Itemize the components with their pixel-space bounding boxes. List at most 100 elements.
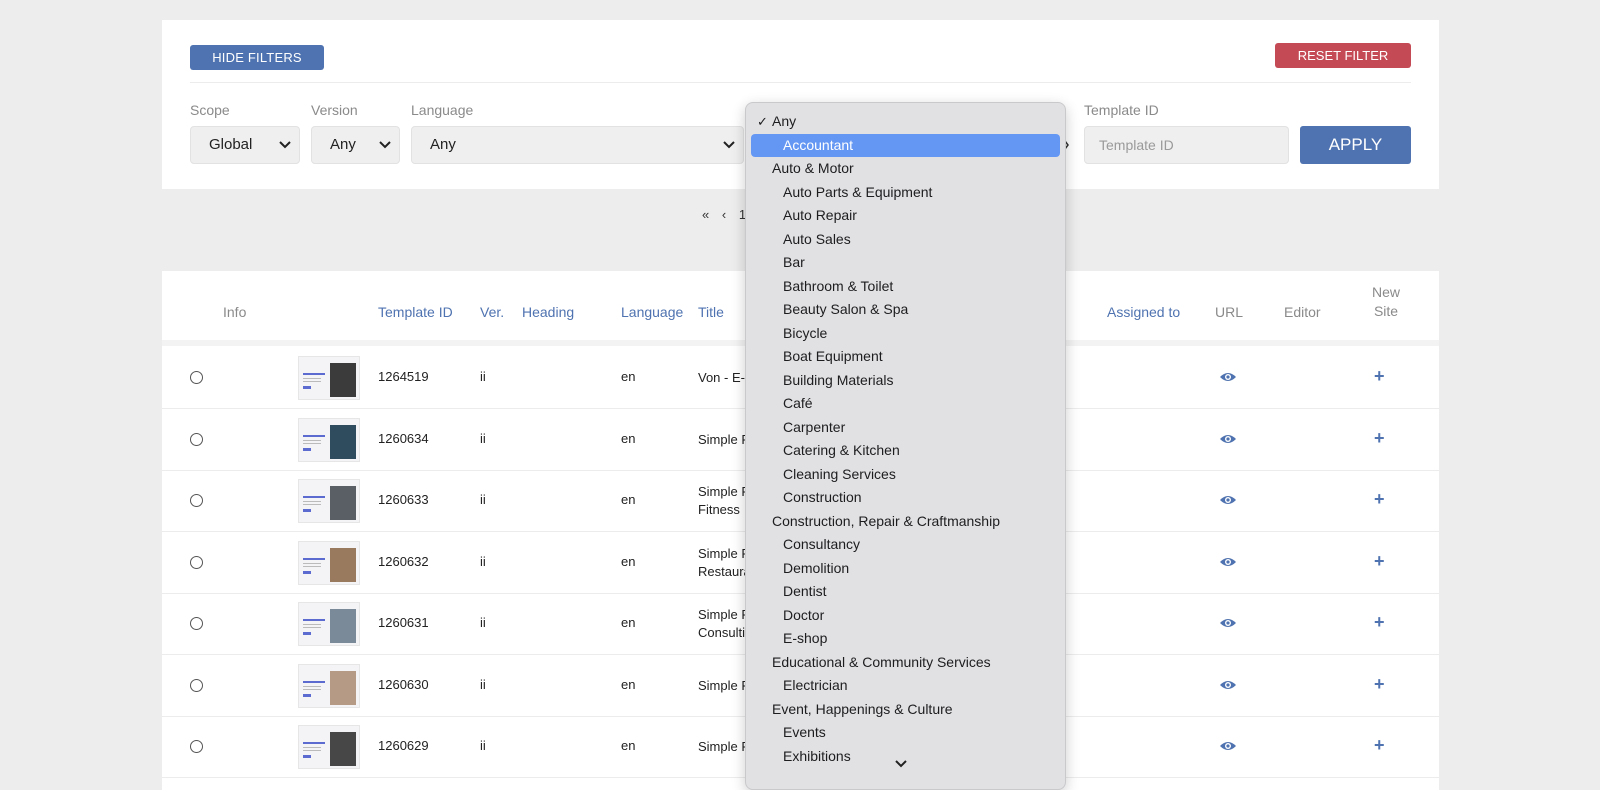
dropdown-option[interactable]: Auto Repair <box>746 204 1065 228</box>
header-language[interactable]: Language <box>621 304 683 320</box>
row-radio[interactable] <box>190 432 203 446</box>
dropdown-option[interactable]: Café <box>746 392 1065 416</box>
dropdown-option-label: Construction, Repair & Craftmanship <box>772 512 1000 529</box>
row-radio[interactable] <box>190 371 203 384</box>
template-id-input[interactable] <box>1084 126 1289 164</box>
header-template-id[interactable]: Template ID <box>378 304 453 320</box>
cell-language: en <box>621 738 636 753</box>
dropdown-option[interactable]: Doctor <box>746 604 1065 628</box>
dropdown-option[interactable]: Catering & Kitchen <box>746 439 1065 463</box>
cell-title-line1: Simple F <box>698 677 750 693</box>
dropdown-option-label: Café <box>783 395 813 411</box>
header-ver[interactable]: Ver. <box>480 304 504 320</box>
plus-icon[interactable]: + <box>1374 366 1385 387</box>
dropdown-option[interactable]: Bar <box>746 251 1065 275</box>
category-dropdown[interactable]: ✓ Any Accountant Auto & Motor Auto Parts & E… <box>745 102 1066 790</box>
version-select[interactable]: Any <box>311 126 400 164</box>
dropdown-option[interactable]: Beauty Salon & Spa <box>746 298 1065 322</box>
plus-icon[interactable]: + <box>1374 612 1385 633</box>
row-radio[interactable] <box>190 678 203 692</box>
cell-ver: ii <box>480 615 486 630</box>
cell-title-line1: Simple F <box>698 484 750 499</box>
cell-title-line1: Simple F <box>698 545 750 561</box>
dropdown-option[interactable]: Carpenter <box>746 416 1065 440</box>
dropdown-option[interactable]: Auto Parts & Equipment <box>746 181 1065 205</box>
dropdown-option-label: Building Materials <box>783 371 894 388</box>
dropdown-option[interactable]: Bicycle <box>746 322 1065 346</box>
dropdown-option[interactable]: E-shop <box>746 627 1065 651</box>
language-select[interactable]: Any <box>411 126 744 164</box>
template-thumbnail[interactable] <box>298 725 360 769</box>
dropdown-option-label: Beauty Salon & Spa <box>783 301 909 317</box>
eye-icon[interactable] <box>1219 679 1237 691</box>
plus-icon[interactable]: + <box>1374 489 1385 510</box>
cell-language: en <box>621 430 636 446</box>
plus-icon[interactable]: + <box>1374 551 1385 572</box>
eye-icon[interactable] <box>1219 740 1237 752</box>
eye-icon[interactable] <box>1219 494 1237 506</box>
header-heading[interactable]: Heading <box>522 304 574 320</box>
dropdown-option[interactable]: Events <box>746 721 1065 745</box>
dropdown-option-label: Dentist <box>783 583 827 599</box>
row-radio[interactable] <box>190 555 203 569</box>
template-thumbnail[interactable] <box>298 356 360 400</box>
dropdown-option-label: Doctor <box>783 606 825 623</box>
template-thumbnail[interactable] <box>298 417 360 462</box>
cell-title: Von - E-c <box>698 369 751 387</box>
template-thumbnail[interactable] <box>298 602 360 646</box>
dropdown-option-label: Auto & Motor <box>772 160 854 176</box>
dropdown-option[interactable]: Building Materials <box>746 369 1065 393</box>
header-assigned-to[interactable]: Assigned to <box>1107 304 1180 320</box>
dropdown-option-selected[interactable]: Accountant <box>751 133 1060 157</box>
apply-button[interactable]: APPLY <box>1300 126 1411 164</box>
template-thumbnail[interactable] <box>298 479 360 523</box>
template-thumbnail[interactable] <box>298 663 360 708</box>
first-page-link[interactable]: « <box>702 207 709 222</box>
scope-select[interactable]: Global <box>190 126 300 164</box>
dropdown-option[interactable]: Construction <box>746 486 1065 510</box>
dropdown-option-label: Construction <box>783 489 862 505</box>
template-thumbnail[interactable] <box>298 540 360 585</box>
prev-page-link[interactable]: ‹ <box>722 207 726 222</box>
eye-icon[interactable] <box>1219 433 1237 445</box>
reset-filter-button[interactable]: RESET FILTER <box>1275 43 1411 68</box>
row-radio[interactable] <box>190 494 203 507</box>
eye-icon[interactable] <box>1219 556 1237 568</box>
dropdown-option[interactable]: Bathroom & Toilet <box>746 275 1065 299</box>
dropdown-option-label: Auto Sales <box>783 230 851 247</box>
plus-icon[interactable]: + <box>1374 735 1385 756</box>
scroll-down-icon[interactable] <box>893 758 909 770</box>
dropdown-option[interactable]: Dentist <box>746 580 1065 604</box>
chevron-down-icon <box>723 141 735 149</box>
dropdown-option[interactable]: Consultancy <box>746 533 1065 557</box>
dropdown-option-label: Cleaning Services <box>783 465 896 482</box>
dropdown-option-label: Electrician <box>783 677 848 693</box>
dropdown-option[interactable]: Demolition <box>746 557 1065 581</box>
dropdown-option[interactable]: Construction, Repair & Craftmanship <box>746 510 1065 534</box>
dropdown-option[interactable]: ✓ Any <box>746 110 1065 134</box>
dropdown-option[interactable]: Educational & Community Services <box>746 651 1065 675</box>
cell-language: en <box>621 676 636 692</box>
cell-language: en <box>621 553 636 569</box>
dropdown-option-label: Auto Repair <box>783 207 857 223</box>
dropdown-option[interactable]: Electrician <box>746 674 1065 698</box>
eye-icon[interactable] <box>1219 617 1237 629</box>
header-url: URL <box>1215 304 1244 320</box>
dropdown-option-label: Demolition <box>783 559 850 576</box>
hide-filters-button[interactable]: HIDE FILTERS <box>190 45 324 70</box>
header-title[interactable]: Title <box>698 304 724 320</box>
scope-label: Scope <box>190 102 230 118</box>
dropdown-option-label: Catering & Kitchen <box>783 442 900 458</box>
dropdown-option[interactable]: Auto Sales <box>746 228 1065 252</box>
dropdown-option-label: Any <box>772 113 797 129</box>
row-radio[interactable] <box>190 617 203 630</box>
dropdown-option[interactable]: Auto & Motor <box>746 157 1065 181</box>
plus-icon[interactable]: + <box>1374 428 1385 449</box>
dropdown-option-label: Bar <box>783 254 805 270</box>
plus-icon[interactable]: + <box>1374 674 1385 695</box>
dropdown-option[interactable]: Boat Equipment <box>746 345 1065 369</box>
dropdown-option[interactable]: Cleaning Services <box>746 463 1065 487</box>
eye-icon[interactable] <box>1219 371 1237 383</box>
row-radio[interactable] <box>190 740 203 753</box>
dropdown-option[interactable]: Event, Happenings & Culture <box>746 698 1065 722</box>
